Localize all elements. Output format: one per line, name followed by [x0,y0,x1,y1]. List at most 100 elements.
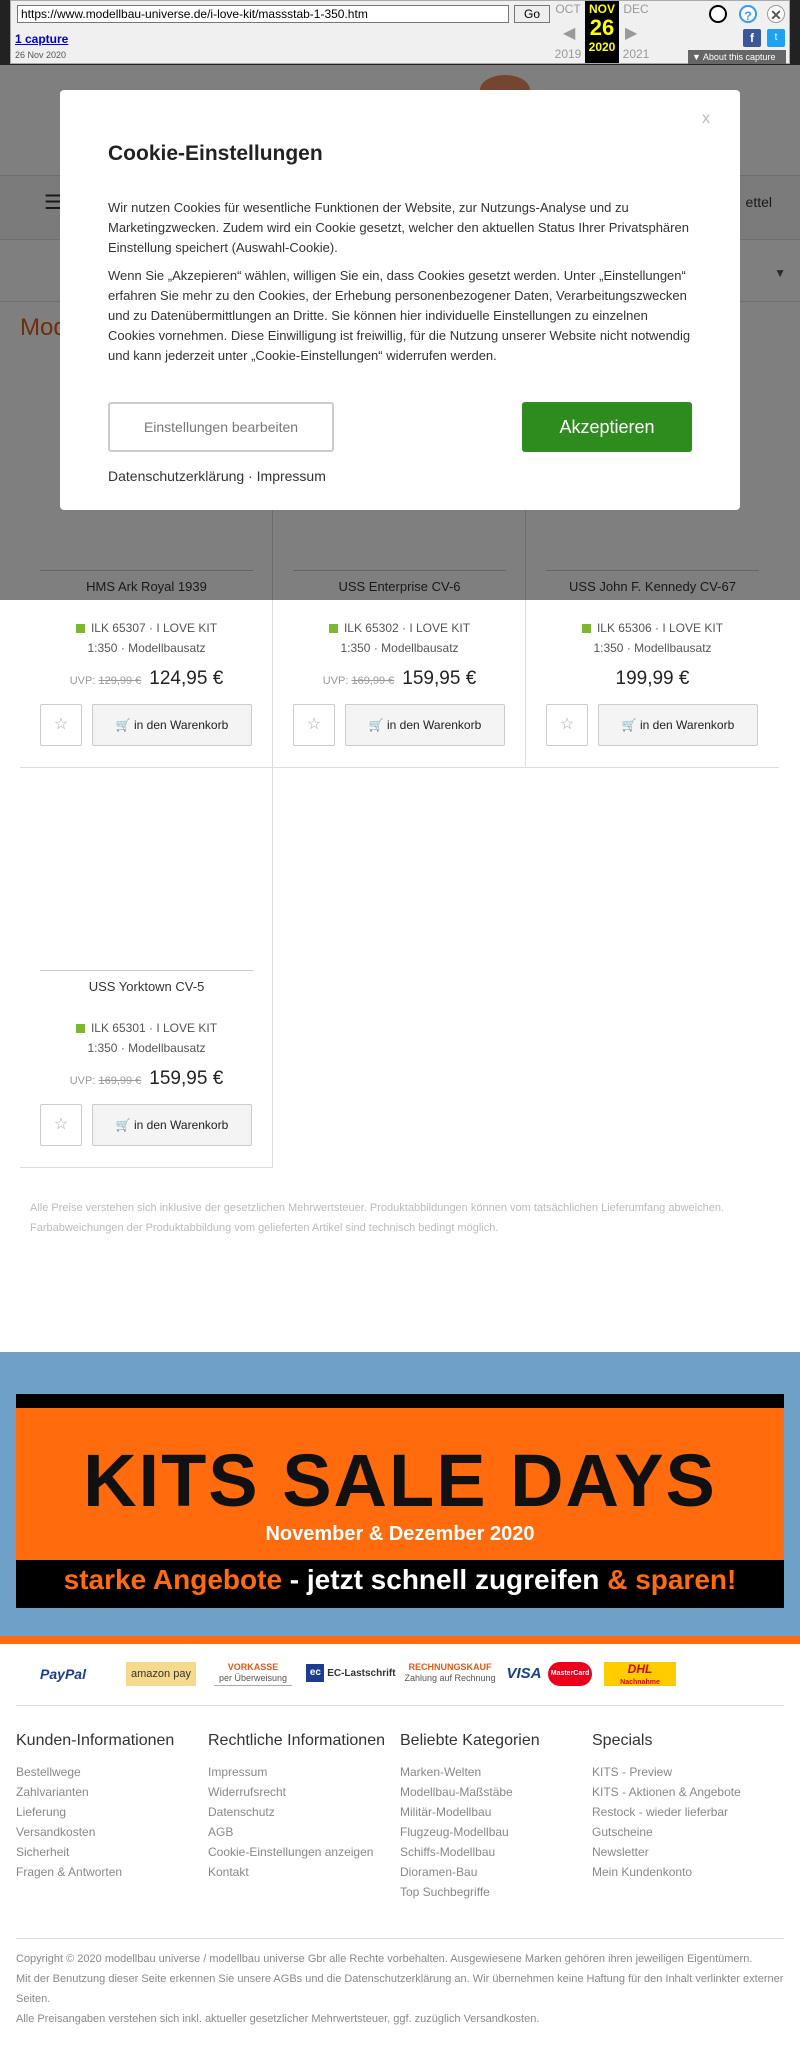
footer-link[interactable]: Cookie-Einstellungen anzeigen [208,1842,400,1862]
stock-indicator [581,624,591,634]
payment-methods: PayPal amazon pay VORKASSE per Überweisun… [16,1650,784,1706]
footer-heading: Rechtliche Informationen [208,1732,385,1749]
price-value: 159,95 € [149,1068,224,1089]
footer-link[interactable]: Modellbau-Maßstäbe [400,1782,592,1802]
footer-link[interactable]: Marken-Welten [400,1762,592,1782]
wayback-next-month[interactable]: DEC [619,2,653,16]
add-to-cart-button[interactable]: 🛒 in den Warenkorb [345,704,505,746]
accept-button[interactable]: Akzeptieren [522,402,692,452]
footer-link[interactable]: Lieferung [16,1802,208,1822]
close-icon[interactable]: x [702,110,710,128]
wayback-prev-year[interactable]: 2019 [551,47,585,61]
wishlist-star-icon[interactable]: ☆ [546,704,588,746]
uvp-value: 169,99 € [351,675,395,687]
copyright: Copyright © 2020 modellbau universe / mo… [16,1938,784,2029]
imprint-link[interactable]: Impressum [257,468,326,484]
wayback-prev-month[interactable]: OCT [551,2,585,16]
wishlist-star-icon[interactable]: ☆ [40,704,82,746]
wayback-cur-year: 2020 [588,40,616,54]
wayback-next-arrow-icon[interactable]: ▶ [625,23,637,43]
facebook-icon[interactable]: f [743,29,761,47]
help-icon[interactable]: ? [739,5,757,23]
product-scale: 1:350 · Modellbausatz [87,641,206,655]
uvp-price: UVP: 129,99 € [70,675,142,687]
wishlist-star-icon[interactable]: ☆ [293,704,335,746]
edit-settings-button[interactable]: Einstellungen bearbeiten [108,402,334,452]
footer-link[interactable]: Dioramen-Bau [400,1862,592,1882]
footer-link[interactable]: Top Suchbegriffe [400,1882,592,1902]
price-value: 159,95 € [402,668,477,689]
add-to-cart-button[interactable]: 🛒 in den Warenkorb [598,704,758,746]
wayback-about-button[interactable]: ▼ About this capture [688,50,786,64]
footer-link[interactable]: Datenschutz [208,1802,400,1822]
privacy-link[interactable]: Datenschutzerklärung [108,468,244,484]
link-separator: · [244,468,257,484]
product-meta: ILK 65302 · I LOVE KIT 1:350 · Modellbau… [273,618,526,658]
visa-logo: VISA [506,1665,542,1682]
product-sku: ILK 65306 · I LOVE KIT [596,621,724,635]
price-value: 199,99 € [615,668,690,689]
banner-orange-panel: KITS SALE DAYS November & Dezember 2020 [16,1408,784,1560]
product-meta: ILK 65301 · I LOVE KIT 1:350 · Modellbau… [20,1018,273,1058]
stock-indicator [328,624,338,634]
footer-link[interactable]: Mein Kundenkonto [592,1862,784,1882]
wayback-url-input[interactable]: https://www.modellbau-universe.de/i-love… [17,5,509,23]
close-icon[interactable]: ✕ [767,5,785,23]
wayback-next-year[interactable]: 2021 [619,47,653,61]
product-sku: ILK 65301 · I LOVE KIT [90,1021,218,1035]
rechnungskauf-logo: RECHNUNGSKAUF Zahlung auf Rechnung [404,1662,496,1686]
footer-link[interactable]: Bestellwege [16,1762,208,1782]
add-to-cart-label: in den Warenkorb [134,1118,229,1132]
footer-link[interactable]: Fragen & Antworten [16,1862,208,1882]
footer-link[interactable]: Gutscheine [592,1822,784,1842]
footer-link[interactable]: Impressum [208,1762,400,1782]
banner-tag-a: starke Angebote [63,1564,283,1595]
product-meta: ILK 65307 · I LOVE KIT 1:350 · Modellbau… [20,618,273,658]
wayback-go-button[interactable]: Go [514,5,550,23]
footer-link[interactable]: AGB [208,1822,400,1842]
footer-link[interactable]: Sicherheit [16,1842,208,1862]
amazon-pay-logo: amazon pay [126,1662,196,1686]
footer-link[interactable]: Kontakt [208,1862,400,1882]
product-name[interactable]: USS Yorktown CV-5 [40,970,253,994]
cookie-text: Wir nutzen Cookies für wesentliche Funkt… [108,198,698,374]
ec-icon: ec [306,1664,325,1683]
banner-tagline: starke Angebote - jetzt schnell zugreife… [16,1564,784,1596]
footer-col-kunden: Kunden-Informationen Bestellwege Zahlvar… [16,1732,208,1882]
wayback-capture-date: 26 Nov 2020 [15,50,67,60]
footer-link[interactable]: Versandkosten [16,1822,208,1842]
footer-link[interactable]: Militär-Modellbau [400,1802,592,1822]
footer-link[interactable]: Zahlvarianten [16,1782,208,1802]
paypal-logo: PayPal [40,1666,86,1682]
cart-icon: 🛒 [621,718,637,732]
wayback-prev-arrow-icon[interactable]: ◀ [563,23,575,43]
uvp-label: UVP: [69,1075,96,1087]
footer-link[interactable]: Schiffs-Modellbau [400,1842,592,1862]
dhl-label: DHL [627,1662,653,1676]
user-icon[interactable] [709,5,727,23]
footer-heading: Beliebte Kategorien [400,1732,540,1749]
add-to-cart-button[interactable]: 🛒 in den Warenkorb [92,704,252,746]
footer-heading: Kunden-Informationen [16,1732,175,1749]
footer-link[interactable]: Newsletter [592,1842,784,1862]
footer-link[interactable]: KITS - Aktionen & Angebote [592,1782,784,1802]
footer-link[interactable]: KITS - Preview [592,1762,784,1782]
wayback-captures-link[interactable]: 1 capture [15,32,68,46]
product-price: UVP: 169,99 € 159,95 € [273,668,526,690]
wishlist-star-icon[interactable]: ☆ [40,1104,82,1146]
product-meta: ILK 65306 · I LOVE KIT 1:350 · Modellbau… [526,618,779,658]
ec-label: EC-Lastschrift [327,1668,396,1679]
twitter-icon[interactable]: t [767,29,785,47]
copyright-line: Copyright © 2020 modellbau universe / mo… [16,1953,753,1965]
product-sku: ILK 65307 · I LOVE KIT [90,621,218,635]
ec-lastschrift-logo: ec EC-Lastschrift [306,1662,396,1686]
add-to-cart-button[interactable]: 🛒 in den Warenkorb [92,1104,252,1146]
price-value: 124,95 € [149,668,224,689]
cookie-paragraph: Wir nutzen Cookies für wesentliche Funkt… [108,200,689,255]
sale-banner[interactable]: KITS SALE DAYS November & Dezember 2020 … [0,1352,800,1644]
footer-link[interactable]: Widerrufsrecht [208,1782,400,1802]
product-scale: 1:350 · Modellbausatz [593,641,712,655]
footer-link[interactable]: Restock - wieder lieferbar [592,1802,784,1822]
footer-link[interactable]: Flugzeug-Modellbau [400,1822,592,1842]
product-card[interactable]: USS Yorktown CV-5 ILK 65301 · I LOVE KIT… [20,768,273,1168]
